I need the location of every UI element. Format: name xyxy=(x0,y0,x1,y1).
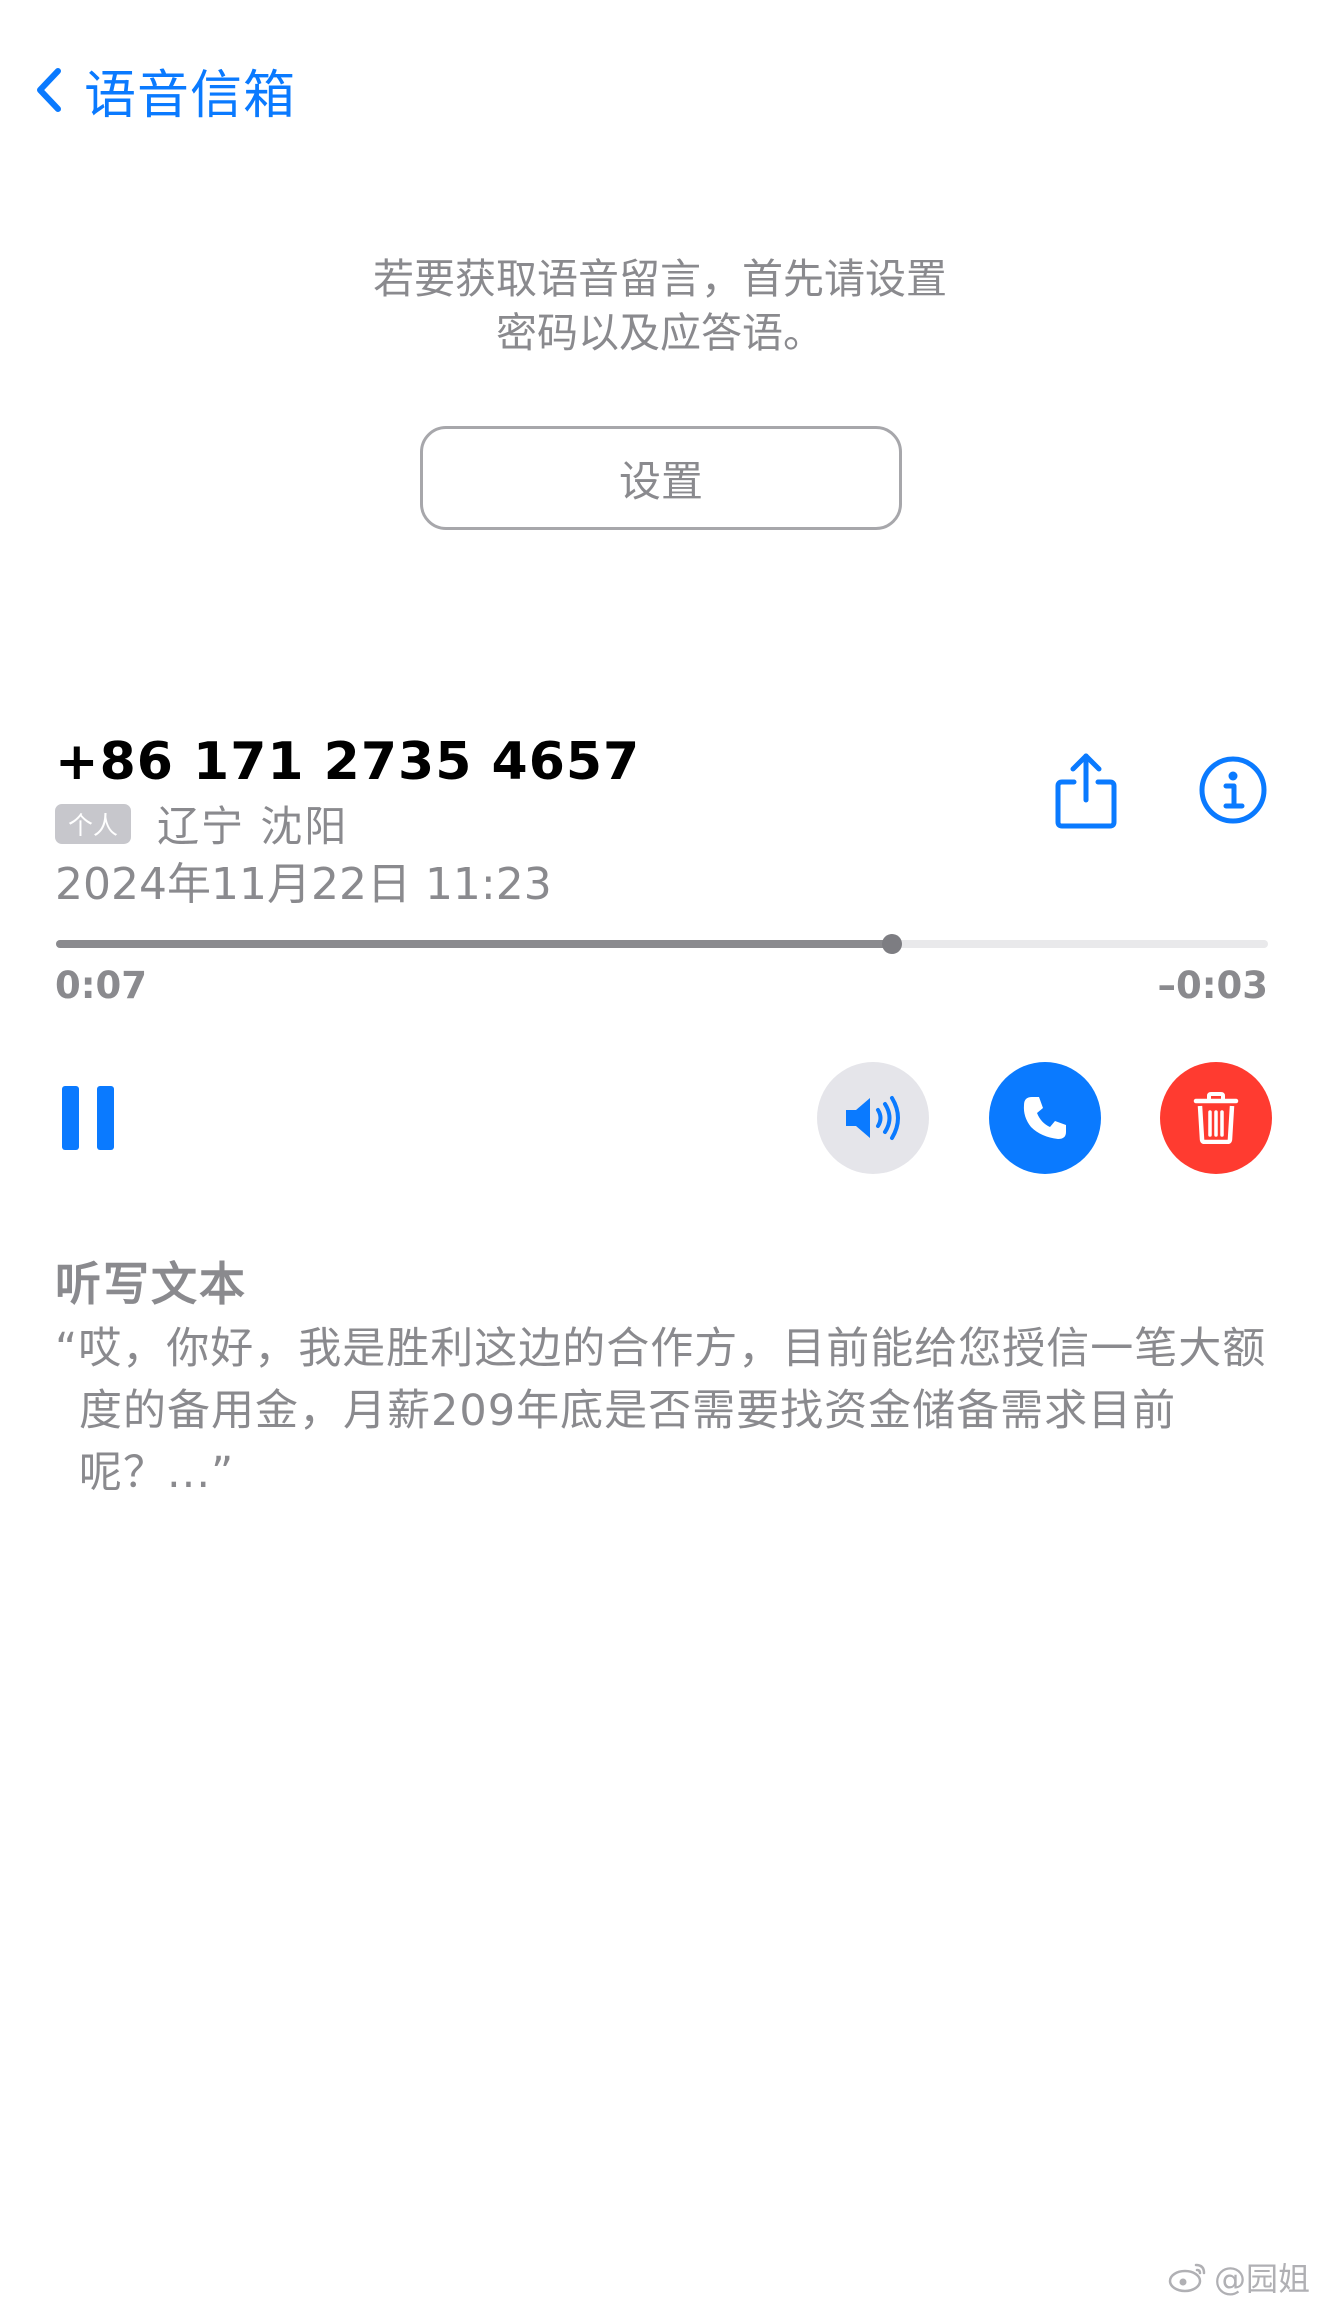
watermark: @园姐 xyxy=(1168,2254,1310,2300)
speaker-button[interactable] xyxy=(817,1062,929,1174)
caller-location: 辽宁 沈阳 xyxy=(157,802,349,851)
time-remaining: –0:03 xyxy=(1157,964,1268,1007)
playback-scrubber[interactable] xyxy=(56,934,1268,954)
call-back-button[interactable] xyxy=(989,1062,1101,1174)
speaker-icon xyxy=(846,1096,900,1140)
share-icon xyxy=(1055,753,1117,829)
pause-button[interactable] xyxy=(62,1086,114,1150)
scrubber-handle[interactable] xyxy=(882,934,903,954)
playback-progress xyxy=(56,940,893,948)
watermark-text: @园姐 xyxy=(1213,2260,1310,2298)
time-elapsed: 0:07 xyxy=(55,964,148,1007)
phone-icon xyxy=(1023,1097,1066,1139)
delete-button[interactable] xyxy=(1160,1062,1272,1174)
share-button[interactable] xyxy=(1052,750,1120,830)
chevron-left-icon xyxy=(37,68,61,112)
weibo-logo-icon xyxy=(1168,2263,1206,2293)
contact-tag: 个人 xyxy=(55,803,131,844)
transcript-text: “哎，你好，我是胜利这边的合作方，目前能给您授信一笔大额度的备用金，月薪209年… xyxy=(55,1324,1267,1498)
info-button[interactable] xyxy=(1198,755,1268,825)
info-icon xyxy=(1199,756,1267,824)
trash-icon xyxy=(1193,1092,1239,1144)
caller-number: +86 171 2735 4657 xyxy=(55,732,641,792)
caller-meta: 个人 辽宁 沈阳 xyxy=(55,793,348,854)
setup-button[interactable]: 设置 xyxy=(420,426,902,530)
setup-message: 若要获取语音留言，首先请设置 密码以及应答语。 xyxy=(373,255,947,357)
back-button[interactable]: 语音信箱 xyxy=(36,58,296,126)
pause-icon xyxy=(62,1086,79,1150)
transcript-title: 听写文本 xyxy=(55,1257,247,1311)
voicemail-datetime: 2024年11月22日 11:23 xyxy=(55,859,552,910)
pause-icon-bar xyxy=(97,1086,114,1150)
back-label: 语音信箱 xyxy=(84,65,297,126)
